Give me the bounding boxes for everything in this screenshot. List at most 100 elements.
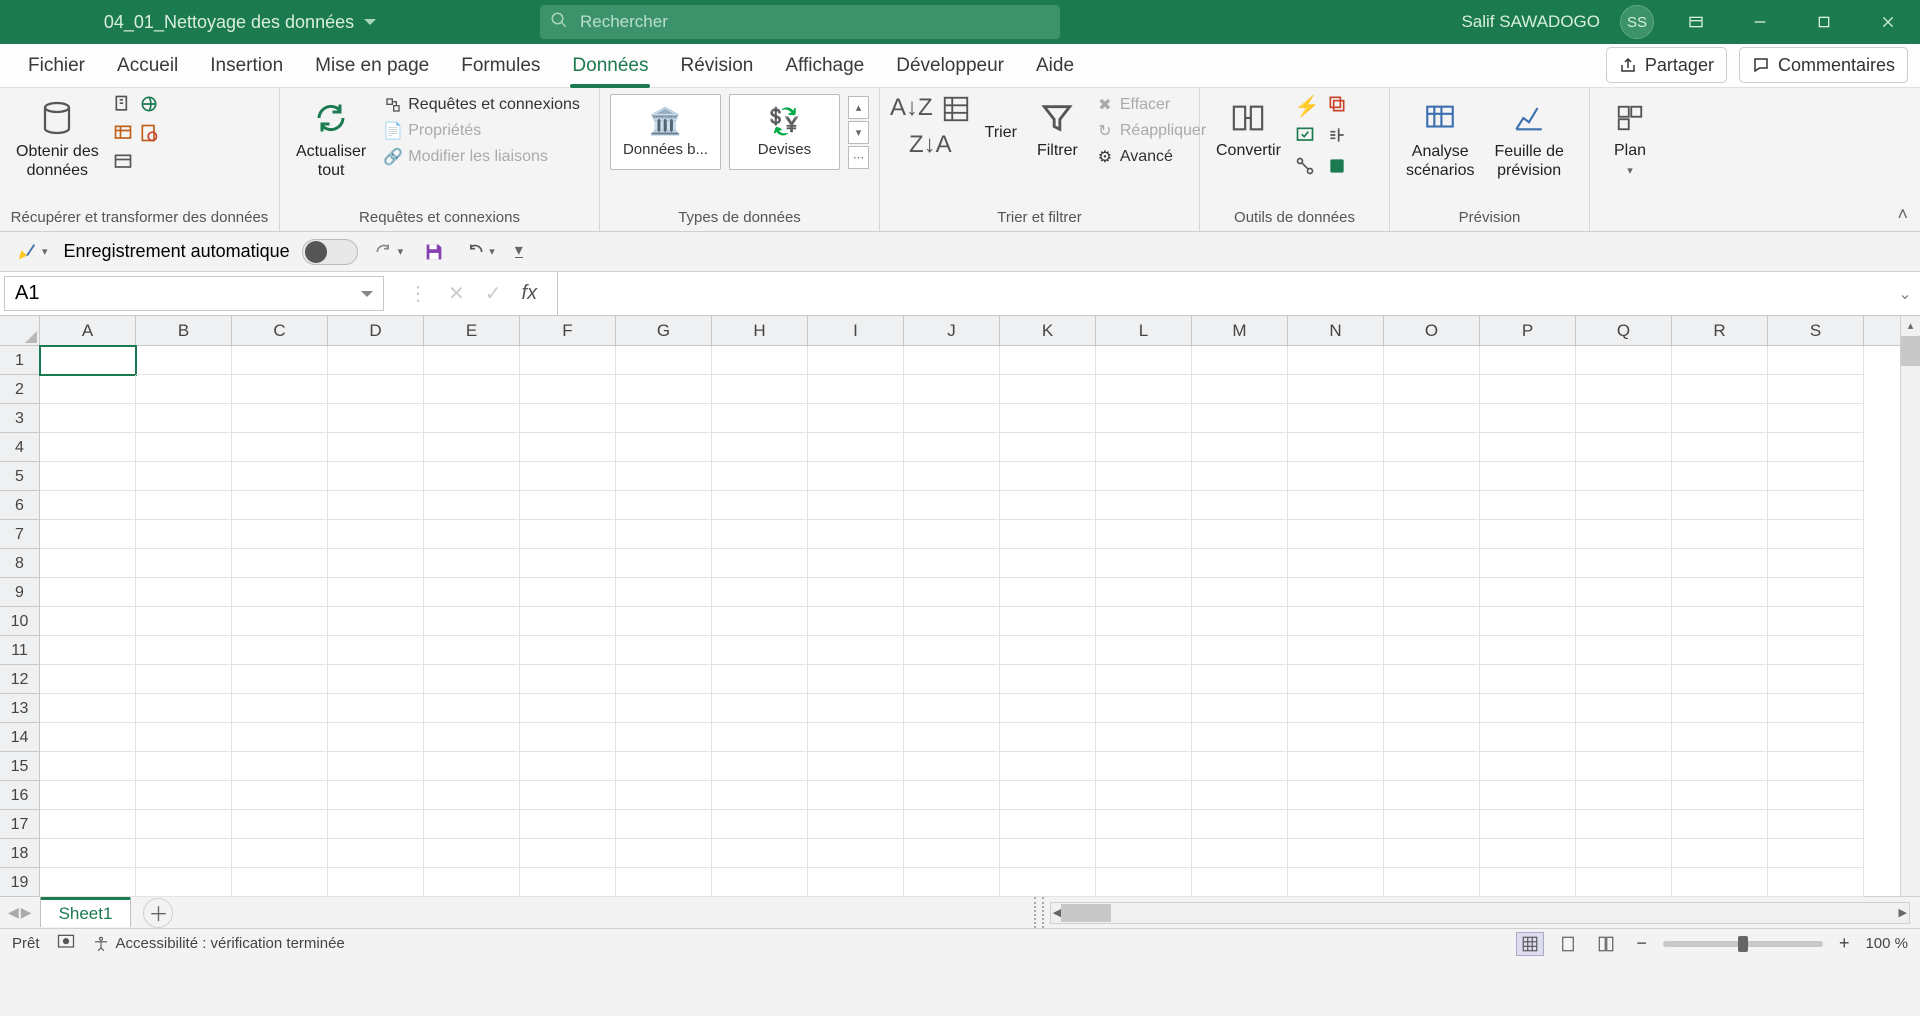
vertical-scrollbar[interactable]: ▴ <box>1900 316 1920 896</box>
cell-D7[interactable] <box>328 520 424 549</box>
cell-C15[interactable] <box>232 752 328 781</box>
cell-J6[interactable] <box>904 491 1000 520</box>
cell-A2[interactable] <box>40 375 136 404</box>
cell-E12[interactable] <box>424 665 520 694</box>
cell-P15[interactable] <box>1480 752 1576 781</box>
cell-I4[interactable] <box>808 433 904 462</box>
cell-N9[interactable] <box>1288 578 1384 607</box>
row-header-14[interactable]: 14 <box>0 723 39 752</box>
cell-I11[interactable] <box>808 636 904 665</box>
cell-F4[interactable] <box>520 433 616 462</box>
cell-C14[interactable] <box>232 723 328 752</box>
cell-L9[interactable] <box>1096 578 1192 607</box>
cell-K2[interactable] <box>1000 375 1096 404</box>
sort-grid-icon[interactable] <box>941 94 971 129</box>
cell-E5[interactable] <box>424 462 520 491</box>
cell-A10[interactable] <box>40 607 136 636</box>
cell-H11[interactable] <box>712 636 808 665</box>
cell-K3[interactable] <box>1000 404 1096 433</box>
cell-A9[interactable] <box>40 578 136 607</box>
view-pagebreak-button[interactable] <box>1592 932 1620 956</box>
col-header-A[interactable]: A <box>40 316 136 345</box>
cell-M14[interactable] <box>1192 723 1288 752</box>
cell-K4[interactable] <box>1000 433 1096 462</box>
document-dropdown-icon[interactable] <box>364 19 376 25</box>
cell-R13[interactable] <box>1672 694 1768 723</box>
cell-G14[interactable] <box>616 723 712 752</box>
cell-E19[interactable] <box>424 868 520 897</box>
cell-D5[interactable] <box>328 462 424 491</box>
cell-P16[interactable] <box>1480 781 1576 810</box>
cell-G16[interactable] <box>616 781 712 810</box>
col-header-O[interactable]: O <box>1384 316 1480 345</box>
cell-S12[interactable] <box>1768 665 1864 694</box>
cell-D14[interactable] <box>328 723 424 752</box>
col-header-N[interactable]: N <box>1288 316 1384 345</box>
cell-D3[interactable] <box>328 404 424 433</box>
tab-affichage[interactable]: Affichage <box>769 45 880 87</box>
cell-N8[interactable] <box>1288 549 1384 578</box>
cell-O10[interactable] <box>1384 607 1480 636</box>
avatar[interactable]: SS <box>1620 5 1654 39</box>
cell-L5[interactable] <box>1096 462 1192 491</box>
cell-M9[interactable] <box>1192 578 1288 607</box>
cell-H3[interactable] <box>712 404 808 433</box>
cell-A12[interactable] <box>40 665 136 694</box>
col-header-H[interactable]: H <box>712 316 808 345</box>
cell-S11[interactable] <box>1768 636 1864 665</box>
cell-E18[interactable] <box>424 839 520 868</box>
cell-N15[interactable] <box>1288 752 1384 781</box>
cell-B15[interactable] <box>136 752 232 781</box>
cell-J1[interactable] <box>904 346 1000 375</box>
cell-S18[interactable] <box>1768 839 1864 868</box>
cell-M17[interactable] <box>1192 810 1288 839</box>
cell-F1[interactable] <box>520 346 616 375</box>
cell-L17[interactable] <box>1096 810 1192 839</box>
cell-R14[interactable] <box>1672 723 1768 752</box>
cell-R4[interactable] <box>1672 433 1768 462</box>
cell-H12[interactable] <box>712 665 808 694</box>
cell-J5[interactable] <box>904 462 1000 491</box>
cell-R16[interactable] <box>1672 781 1768 810</box>
cell-I15[interactable] <box>808 752 904 781</box>
view-normal-button[interactable] <box>1516 932 1544 956</box>
sheet-nav-prev-icon[interactable]: ◀ <box>8 904 19 921</box>
cell-K16[interactable] <box>1000 781 1096 810</box>
data-val-icon[interactable] <box>1295 125 1321 150</box>
cell-C13[interactable] <box>232 694 328 723</box>
col-header-C[interactable]: C <box>232 316 328 345</box>
cell-R3[interactable] <box>1672 404 1768 433</box>
cell-O14[interactable] <box>1384 723 1480 752</box>
cell-B8[interactable] <box>136 549 232 578</box>
cell-N17[interactable] <box>1288 810 1384 839</box>
cell-D10[interactable] <box>328 607 424 636</box>
datatype-stocks-button[interactable]: 🏛️ Données b... <box>610 94 721 170</box>
row-header-5[interactable]: 5 <box>0 462 39 491</box>
cell-J3[interactable] <box>904 404 1000 433</box>
cell-S19[interactable] <box>1768 868 1864 897</box>
chevron-down-icon[interactable]: ▾ <box>848 121 869 144</box>
cell-M6[interactable] <box>1192 491 1288 520</box>
cell-B12[interactable] <box>136 665 232 694</box>
row-header-6[interactable]: 6 <box>0 491 39 520</box>
cell-C18[interactable] <box>232 839 328 868</box>
cell-Q14[interactable] <box>1576 723 1672 752</box>
row-header-12[interactable]: 12 <box>0 665 39 694</box>
cell-H10[interactable] <box>712 607 808 636</box>
cell-O5[interactable] <box>1384 462 1480 491</box>
cell-L14[interactable] <box>1096 723 1192 752</box>
cell-N4[interactable] <box>1288 433 1384 462</box>
scroll-up-icon[interactable]: ▴ <box>1901 316 1920 336</box>
from-web-icon[interactable] <box>139 94 159 119</box>
cell-N7[interactable] <box>1288 520 1384 549</box>
cell-J12[interactable] <box>904 665 1000 694</box>
outline-button[interactable]: Plan ▾ <box>1604 94 1656 181</box>
cell-G13[interactable] <box>616 694 712 723</box>
comments-button[interactable]: Commentaires <box>1739 47 1908 83</box>
cell-M18[interactable] <box>1192 839 1288 868</box>
cell-K8[interactable] <box>1000 549 1096 578</box>
cell-M2[interactable] <box>1192 375 1288 404</box>
close-button[interactable] <box>1866 2 1910 42</box>
cell-S13[interactable] <box>1768 694 1864 723</box>
cell-J8[interactable] <box>904 549 1000 578</box>
